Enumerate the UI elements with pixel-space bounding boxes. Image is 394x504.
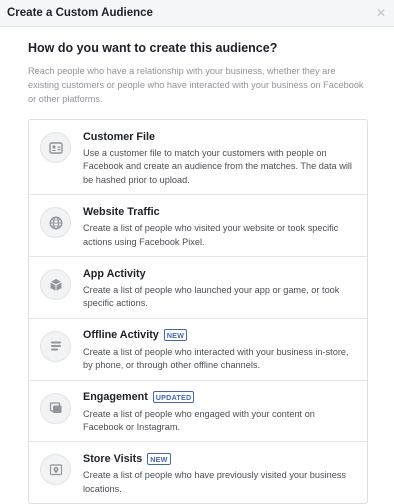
option-title-row: App Activity — [83, 266, 357, 281]
audience-options-list: Customer File Use a customer file to mat… — [28, 119, 368, 504]
new-badge: NEW — [163, 329, 188, 342]
option-website-traffic[interactable]: Website Traffic Create a list of people … — [29, 194, 367, 256]
option-description: Create a list of people who have previou… — [83, 470, 347, 494]
option-title-row: Offline Activity NEW — [83, 328, 357, 343]
engagement-icon — [40, 392, 71, 424]
option-text: Offline Activity NEW Create a list of pe… — [83, 328, 357, 373]
option-title: Website Traffic — [83, 205, 160, 218]
option-text: Customer File Use a customer file to mat… — [83, 129, 357, 187]
globe-icon — [40, 207, 71, 239]
customer-file-icon — [40, 132, 71, 163]
option-title-row: Website Traffic — [83, 204, 357, 219]
store-location-icon — [40, 454, 71, 486]
updated-badge: UPDATED — [152, 391, 195, 404]
offline-list-icon — [40, 330, 71, 362]
option-offline-activity[interactable]: Offline Activity NEW Create a list of pe… — [29, 317, 367, 380]
option-title-row: Engagement UPDATED — [83, 390, 357, 405]
option-app-activity[interactable]: App Activity Create a list of people who… — [29, 256, 367, 318]
option-title-row: Store Visits NEW — [83, 451, 357, 466]
option-text: Engagement UPDATED Create a list of peop… — [83, 390, 357, 435]
option-description: Create a list of people who launched you… — [83, 285, 340, 309]
option-customer-file[interactable]: Customer File Use a customer file to mat… — [29, 120, 367, 194]
option-description: Create a list of people who interacted w… — [83, 346, 349, 371]
option-title: Offline Activity — [83, 329, 159, 342]
option-title-row: Customer File — [83, 129, 357, 144]
question-heading: How do you want to create this audience? — [28, 41, 278, 55]
intro-text: Reach people who have a relationship wit… — [28, 66, 364, 104]
option-description: Create a list of people who visited your… — [83, 223, 339, 247]
close-icon[interactable]: ✕ — [376, 7, 386, 19]
option-text: Website Traffic Create a list of people … — [83, 204, 357, 249]
dialog-title: Create a Custom Audience — [7, 7, 153, 19]
option-title: Store Visits — [83, 452, 143, 465]
dialog-content: How do you want to create this audience?… — [0, 27, 394, 504]
option-title: Engagement — [83, 391, 148, 404]
option-title: Customer File — [83, 130, 155, 143]
option-description: Use a customer file to match your custom… — [83, 148, 352, 185]
option-text: Store Visits NEW Create a list of people… — [83, 451, 357, 496]
option-title: App Activity — [83, 267, 146, 280]
option-description: Create a list of people who engaged with… — [83, 408, 315, 433]
dialog-header: Create a Custom Audience ✕ — [0, 0, 394, 27]
option-store-visits[interactable]: Store Visits NEW Create a list of people… — [29, 441, 367, 503]
option-text: App Activity Create a list of people who… — [83, 266, 357, 311]
new-badge: NEW — [147, 452, 171, 465]
option-engagement[interactable]: Engagement UPDATED Create a list of peop… — [29, 379, 367, 442]
app-cube-icon — [40, 269, 71, 301]
create-custom-audience-dialog: Create a Custom Audience ✕ How do you wa… — [0, 0, 394, 504]
